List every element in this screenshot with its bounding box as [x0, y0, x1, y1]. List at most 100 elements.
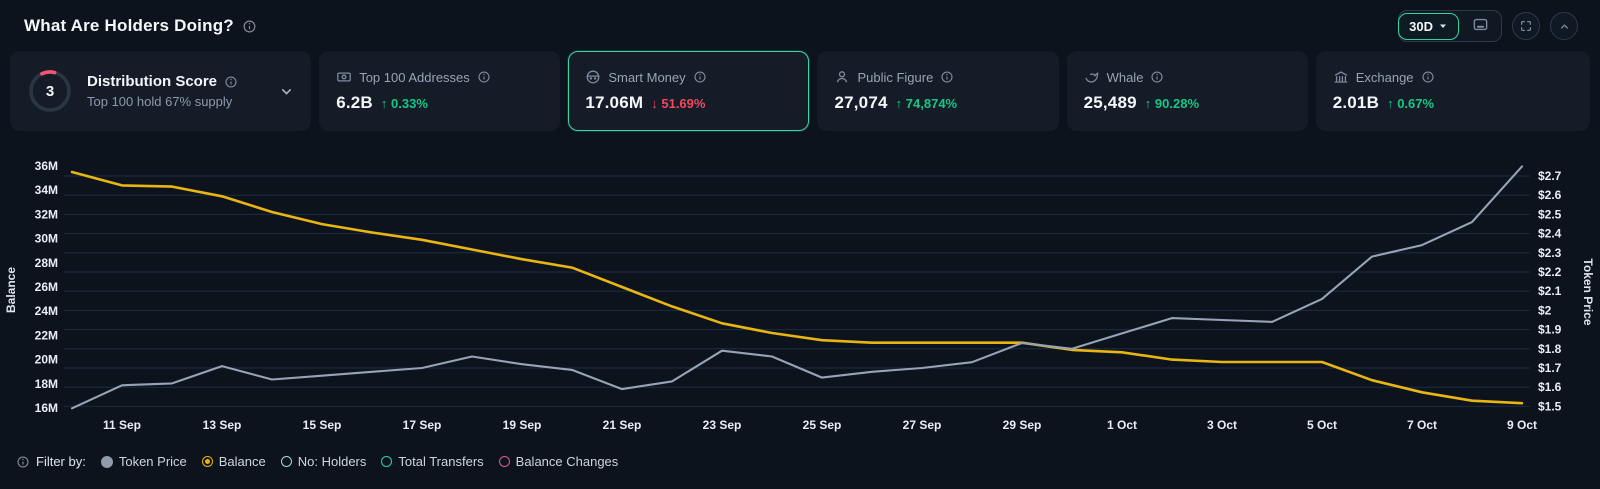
svg-text:$2.4: $2.4 — [1538, 227, 1562, 241]
card-value: 17.06M — [585, 93, 644, 112]
no-holders-radio[interactable] — [280, 456, 292, 467]
exchange-icon — [1333, 69, 1349, 85]
metric-card-smart-money[interactable]: Smart Money 17.06M ↓ 51.69% — [568, 51, 810, 131]
metric-card-whale[interactable]: Whale 25,489 ↑ 90.28% — [1066, 51, 1308, 131]
metric-cards-row: 3 Distribution Score Top 100 hold 67% su… — [0, 47, 1600, 131]
filter-by-label: Filter by: — [36, 454, 86, 469]
banknote-icon — [336, 69, 352, 85]
filter-balance[interactable]: Balance — [201, 454, 266, 469]
card-title: Whale — [1106, 69, 1144, 85]
svg-text:16M: 16M — [35, 401, 58, 415]
svg-text:15 Sep: 15 Sep — [303, 418, 342, 432]
filter-no-holders[interactable]: No: Holders — [280, 454, 366, 469]
holders-dashboard: What Are Holders Doing? 30D 3 Distributi… — [0, 0, 1600, 489]
chart-filter-legend: Filter by: Token Price Balance No: Holde… — [16, 454, 618, 469]
holders-chart-svg: 36M 34M 32M 30M 28M 26M 24M 22M 20M 18M 16M $2.7 $2.… — [4, 159, 1595, 432]
svg-text:30M: 30M — [35, 232, 58, 246]
svg-text:$1.9: $1.9 — [1538, 323, 1562, 337]
svg-text:$2.6: $2.6 — [1538, 188, 1562, 202]
svg-text:17 Sep: 17 Sep — [403, 418, 442, 432]
metric-card-distribution-score[interactable]: 3 Distribution Score Top 100 hold 67% su… — [10, 51, 312, 131]
info-icon[interactable] — [16, 455, 30, 469]
svg-text:27 Sep: 27 Sep — [903, 418, 942, 432]
svg-text:34M: 34M — [35, 183, 58, 197]
total-transfers-radio[interactable] — [381, 456, 393, 467]
caret-down-icon — [1438, 21, 1448, 31]
range-select-button[interactable]: 30D — [1398, 12, 1459, 40]
balance-radio[interactable] — [201, 456, 213, 467]
balance-changes-radio[interactable] — [498, 456, 510, 467]
chart-image-icon — [1472, 16, 1489, 33]
card-subtitle: Top 100 hold 67% supply — [87, 94, 233, 109]
svg-text:18M: 18M — [35, 377, 58, 391]
svg-text:$2.7: $2.7 — [1538, 169, 1562, 183]
public-figure-icon — [834, 69, 850, 85]
info-icon[interactable] — [1150, 70, 1164, 84]
fullscreen-button[interactable] — [1512, 12, 1540, 40]
svg-text:21 Sep: 21 Sep — [603, 418, 642, 432]
distribution-score-gauge: 3 — [27, 68, 73, 114]
svg-text:28M: 28M — [35, 256, 58, 270]
card-value: 25,489 — [1083, 93, 1137, 112]
metric-card-top-100-addresses[interactable]: Top 100 Addresses 6.2B ↑ 0.33% — [319, 51, 561, 131]
info-icon[interactable] — [242, 19, 257, 34]
svg-text:29 Sep: 29 Sep — [1003, 418, 1042, 432]
card-value: 2.01B — [1332, 93, 1380, 112]
metric-card-public-figure[interactable]: Public Figure 27,074 ↑ 74,874% — [817, 51, 1059, 131]
expand-icon — [1519, 19, 1533, 33]
range-controls: 30D — [1398, 10, 1502, 42]
svg-text:25 Sep: 25 Sep — [803, 418, 842, 432]
svg-text:26M: 26M — [35, 280, 58, 294]
metric-card-exchange[interactable]: Exchange 2.01B ↑ 0.67% — [1315, 51, 1590, 131]
svg-text:1 Oct: 1 Oct — [1107, 418, 1137, 432]
info-icon[interactable] — [477, 70, 491, 84]
card-change: ↑ 0.67% — [1387, 96, 1435, 111]
smart-money-icon — [585, 69, 601, 85]
chevron-down-icon[interactable] — [279, 84, 294, 99]
token-price-radio[interactable] — [100, 455, 113, 468]
svg-text:$1.6: $1.6 — [1538, 380, 1562, 394]
svg-text:3 Oct: 3 Oct — [1207, 418, 1237, 432]
info-icon[interactable] — [224, 75, 238, 89]
whale-icon — [1084, 69, 1100, 85]
filter-token-price[interactable]: Token Price — [100, 454, 187, 469]
info-icon[interactable] — [693, 70, 707, 84]
svg-text:24M: 24M — [35, 304, 58, 318]
card-title: Top 100 Addresses — [359, 69, 470, 85]
chart-image-button[interactable] — [1458, 11, 1501, 41]
svg-text:20M: 20M — [35, 353, 58, 367]
header: What Are Holders Doing? 30D — [0, 0, 1600, 47]
card-value: 27,074 — [834, 93, 888, 112]
svg-text:22M: 22M — [35, 328, 58, 342]
card-change: ↑ 74,874% — [895, 96, 958, 111]
filter-total-transfers[interactable]: Total Transfers — [381, 454, 484, 469]
svg-text:Balance: Balance — [4, 267, 18, 313]
card-title: Public Figure — [857, 69, 934, 85]
svg-text:$2.1: $2.1 — [1538, 284, 1562, 298]
svg-text:11 Sep: 11 Sep — [103, 418, 141, 432]
svg-text:32M: 32M — [35, 207, 58, 221]
svg-text:$1.5: $1.5 — [1538, 399, 1562, 413]
card-change: ↑ 90.28% — [1144, 96, 1199, 111]
svg-text:$2.5: $2.5 — [1538, 207, 1562, 221]
card-value: 6.2B — [336, 93, 373, 112]
svg-text:5 Oct: 5 Oct — [1307, 418, 1337, 432]
holders-chart[interactable]: 36M 34M 32M 30M 28M 26M 24M 22M 20M 18M 16M $2.7 $2.… — [0, 140, 1600, 452]
chevron-up-icon — [1558, 20, 1571, 33]
svg-text:13 Sep: 13 Sep — [203, 418, 242, 432]
svg-text:$1.8: $1.8 — [1538, 342, 1562, 356]
info-icon[interactable] — [940, 70, 954, 84]
svg-text:36M: 36M — [35, 159, 58, 173]
collapse-button[interactable] — [1550, 12, 1578, 40]
distribution-score-value: 3 — [45, 82, 55, 100]
filter-balance-changes[interactable]: Balance Changes — [498, 454, 618, 469]
svg-text:9 Oct: 9 Oct — [1507, 418, 1537, 432]
info-icon[interactable] — [1421, 70, 1435, 84]
range-label: 30D — [1409, 18, 1433, 34]
card-change: ↑ 0.33% — [380, 96, 428, 111]
svg-text:19 Sep: 19 Sep — [503, 418, 542, 432]
svg-text:Token Price: Token Price — [1581, 258, 1595, 325]
card-title: Smart Money — [608, 69, 686, 85]
card-title: Exchange — [1355, 69, 1414, 85]
svg-text:$2.2: $2.2 — [1538, 265, 1562, 279]
